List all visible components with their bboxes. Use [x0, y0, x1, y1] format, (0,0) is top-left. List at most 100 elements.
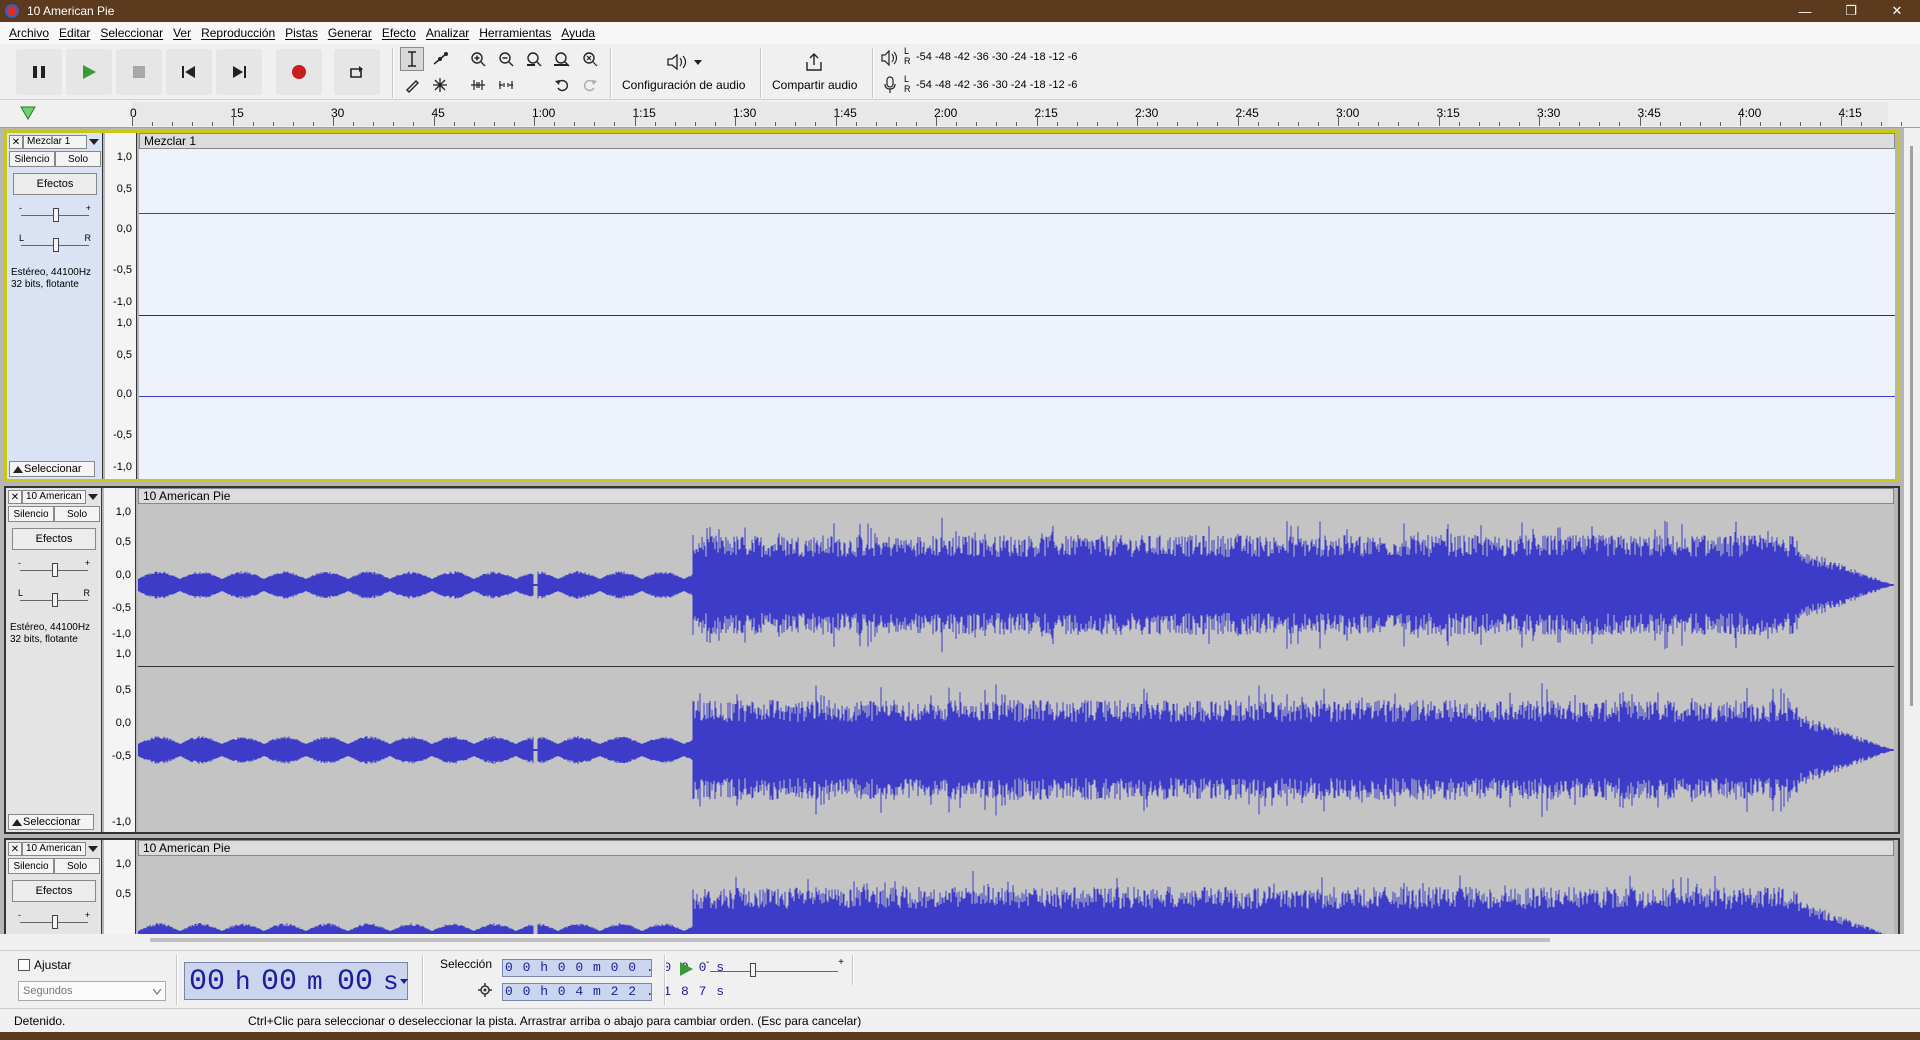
redo-button[interactable] [578, 73, 602, 97]
meter-scale: -54 -48 -42 -36 -30 -24 -18 -12 -6 [916, 79, 1078, 91]
minimize-button[interactable]: — [1782, 0, 1828, 22]
ruler-tick [1338, 116, 1339, 126]
effects-button[interactable]: Efectos [12, 880, 96, 902]
menu-analizar[interactable]: Analizar [426, 26, 469, 40]
menu-editar[interactable]: Editar [59, 26, 90, 40]
share-audio-button[interactable]: Compartir audio [766, 48, 866, 96]
pan-slider[interactable]: L R [16, 588, 92, 612]
track-name-menu[interactable]: 10 American [22, 490, 86, 504]
trim-outside-button[interactable] [466, 73, 490, 97]
ruler-tick [232, 116, 234, 126]
slider-thumb[interactable] [53, 238, 59, 252]
undo-button[interactable] [550, 73, 574, 97]
record-button[interactable] [276, 49, 322, 95]
selection-tool[interactable] [400, 47, 424, 71]
time-ruler[interactable]: 0 15 30 45 1:00 1:15 1:30 1:45 2:00 2:15 2:30 2:45 3… [130, 102, 1902, 126]
slider-thumb[interactable] [52, 915, 58, 929]
dropdown-arrow-icon[interactable] [86, 842, 100, 856]
play-head-marker-icon[interactable] [20, 106, 36, 120]
menu-ver[interactable]: Ver [173, 26, 191, 40]
gain-slider[interactable]: - + [16, 558, 92, 582]
zoom-toggle-button[interactable] [578, 47, 602, 71]
restore-button[interactable]: ❐ [1828, 0, 1874, 22]
stop-button[interactable] [116, 49, 162, 95]
select-track-button[interactable]: Seleccionar [9, 461, 95, 477]
play-button[interactable] [66, 49, 112, 95]
select-track-button[interactable]: Seleccionar [8, 814, 94, 830]
snap-checkbox[interactable] [18, 959, 30, 971]
close-track-button[interactable]: ✕ [8, 490, 22, 504]
selection-start-field[interactable]: 0 0 h 0 0 m 0 0 . 0 0 0 s [502, 959, 724, 977]
multi-tool[interactable] [428, 73, 452, 97]
mute-button[interactable]: Silencio [8, 506, 54, 522]
solo-button[interactable]: Solo [54, 858, 100, 874]
skip-end-button[interactable] [216, 49, 262, 95]
horizontal-scrollbar[interactable] [150, 938, 1550, 942]
ruler-tick [1398, 122, 1400, 126]
menu-efecto[interactable]: Efecto [382, 26, 416, 40]
ruler-label: 2:45 [1235, 106, 1259, 120]
gain-slider[interactable]: - + [16, 910, 92, 934]
menu-reproduccion[interactable]: Reproducción [201, 26, 275, 40]
recording-meter[interactable]: LR -54 -48 -42 -36 -30 -24 -18 -12 -6 [904, 74, 1156, 96]
close-track-button[interactable]: ✕ [8, 842, 22, 856]
envelope-tool[interactable] [428, 47, 452, 71]
mute-button[interactable]: Silencio [8, 858, 54, 874]
pause-button[interactable] [16, 49, 62, 95]
slider-thumb[interactable] [52, 563, 58, 577]
menu-ayuda[interactable]: Ayuda [561, 26, 595, 40]
solo-button[interactable]: Solo [54, 506, 100, 522]
track-mezclar-1[interactable]: ✕ Mezclar 1 Silencio Solo Efectos - + L … [4, 130, 1900, 482]
play-at-speed-icon[interactable] [678, 961, 694, 977]
loop-button[interactable] [334, 49, 380, 95]
clip-title[interactable]: 10 American Pie [138, 488, 1894, 504]
close-button[interactable]: ✕ [1874, 0, 1920, 22]
zoom-in-button[interactable] [466, 47, 490, 71]
window-controls: — ❐ ✕ [1782, 0, 1920, 22]
gear-icon[interactable] [478, 983, 492, 997]
fit-project-button[interactable] [550, 47, 574, 71]
effects-button[interactable]: Efectos [12, 528, 96, 550]
draw-tool[interactable] [400, 73, 424, 97]
vertical-scrollbar[interactable] [1904, 128, 1920, 934]
dropdown-arrow-icon[interactable] [87, 135, 101, 149]
slider-thumb[interactable] [52, 593, 58, 607]
menu-generar[interactable]: Generar [328, 26, 372, 40]
menu-pistas[interactable]: Pistas [285, 26, 318, 40]
pan-slider[interactable]: L R [17, 233, 93, 257]
track-american-pie-1[interactable]: ✕ 10 American Silencio Solo Efectos - + … [4, 486, 1900, 834]
playback-meter[interactable]: LR -54 -48 -42 -36 -30 -24 -18 -12 -6 [904, 46, 1156, 68]
time-display[interactable]: 00 h 00 m 00 s [184, 962, 408, 1000]
track-waveform-area[interactable]: 10 American Pie [138, 840, 1894, 934]
track-waveform-area[interactable]: 10 American Pie [138, 488, 1894, 832]
dropdown-arrow-icon[interactable] [86, 490, 100, 504]
track-american-pie-2[interactable]: ✕ 10 American Silencio Solo Efectos - + … [4, 838, 1900, 934]
clip-title[interactable]: 10 American Pie [138, 840, 1894, 856]
menu-herramientas[interactable]: Herramientas [479, 26, 551, 40]
menu-archivo[interactable]: Archivo [9, 26, 49, 40]
close-track-button[interactable]: ✕ [9, 135, 23, 149]
ruler-label: 4:15 [1838, 106, 1862, 120]
selection-end-field[interactable]: 0 0 h 0 4 m 2 2 . 1 8 7 s [502, 983, 724, 1001]
mute-button[interactable]: Silencio [9, 151, 55, 167]
slider-thumb[interactable] [53, 208, 59, 222]
zoom-out-button[interactable] [494, 47, 518, 71]
snap-unit-select[interactable]: Segundos [18, 981, 166, 1001]
dropdown-arrow-icon[interactable] [400, 979, 408, 985]
audio-setup-button[interactable]: Configuración de audio [618, 48, 752, 96]
solo-button[interactable]: Solo [55, 151, 101, 167]
skip-start-button[interactable] [166, 49, 212, 95]
track-name-menu[interactable]: 10 American [22, 842, 86, 856]
fit-selection-button[interactable] [522, 47, 546, 71]
vr-label: 1,0 [116, 317, 132, 329]
effects-button[interactable]: Efectos [13, 173, 97, 195]
clip-title[interactable]: Mezclar 1 [139, 133, 1895, 149]
track-waveform-area[interactable]: Mezclar 1 [139, 133, 1895, 479]
slider-thumb[interactable] [750, 963, 756, 977]
scrollbar-thumb[interactable] [1910, 146, 1913, 706]
menu-seleccionar[interactable]: Seleccionar [100, 26, 163, 40]
silence-selection-button[interactable] [494, 73, 518, 97]
track-name-menu[interactable]: Mezclar 1 [23, 135, 87, 149]
playback-speed-slider[interactable]: - + [706, 957, 846, 981]
gain-slider[interactable]: - + [17, 203, 93, 227]
